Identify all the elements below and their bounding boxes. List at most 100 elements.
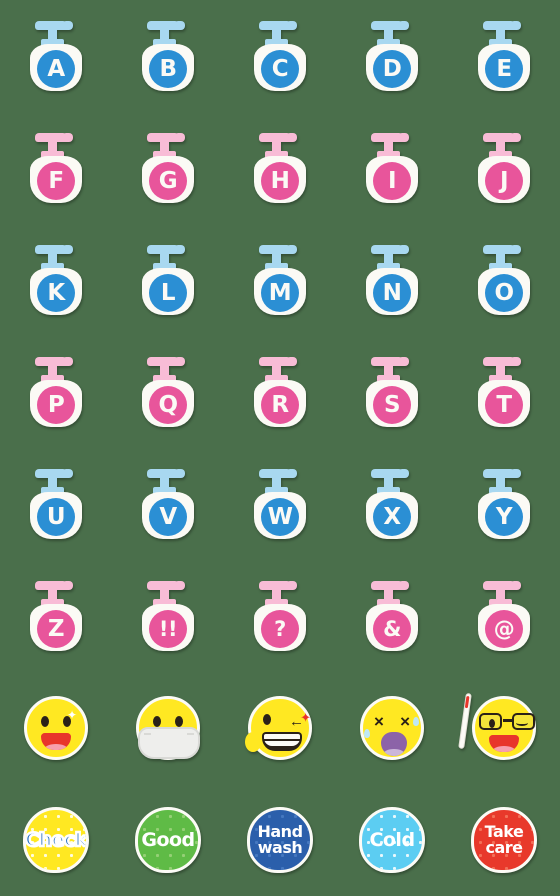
bottle-s[interactable]: S <box>363 356 421 428</box>
bottle-z[interactable]: Z <box>27 580 85 652</box>
bottle-label: A <box>37 50 75 88</box>
bottle-label: N <box>373 274 411 312</box>
winking-grin-face-emoji[interactable]: ← ✦ <box>245 696 312 760</box>
cell-face-with-glasses-thermometer-emoji <box>448 672 560 784</box>
bottle-a[interactable]: A <box>27 20 85 92</box>
badge-take-care[interactable]: Take care <box>471 807 537 873</box>
bottle-p[interactable]: P <box>27 356 85 428</box>
cell-bottle-e: E <box>448 0 560 112</box>
left-x-eye: × <box>374 712 384 731</box>
dizzy-face-emoji[interactable]: × × <box>360 696 424 760</box>
glasses-icon <box>478 713 536 731</box>
left-eye <box>263 714 271 725</box>
bottle-label: Q <box>149 386 187 424</box>
badge-text: Check <box>25 828 87 851</box>
bottle-u[interactable]: U <box>27 468 85 540</box>
badge-text-line-1: Good <box>140 828 196 851</box>
cell-bottle-h: H <box>224 112 336 224</box>
badge-text-line-1: Cold <box>368 828 416 851</box>
bottle-d[interactable]: D <box>363 20 421 92</box>
cell-bottle-u: U <box>0 448 112 560</box>
bottle-label: I <box>373 162 411 200</box>
bottle-label: M <box>261 274 299 312</box>
cell-bottle-x: X <box>336 448 448 560</box>
cell-bottle-double-exclamation: !! <box>112 560 224 672</box>
cell-bottle-j: J <box>448 112 560 224</box>
sweat-drop-icon <box>413 717 419 726</box>
bottle-k[interactable]: K <box>27 244 85 316</box>
bottle-label: D <box>373 50 411 88</box>
bottle-label: & <box>373 610 411 648</box>
cell-badge-hand-wash: Hand wash <box>224 784 336 896</box>
cell-bottle-l: L <box>112 224 224 336</box>
bottle-question-mark[interactable]: ? <box>251 580 309 652</box>
badge-cold[interactable]: Cold <box>359 807 425 873</box>
bottle-label: S <box>373 386 411 424</box>
cell-dizzy-face-emoji: × × <box>336 672 448 784</box>
thermometer-icon <box>458 692 472 750</box>
cheek-bulge <box>245 732 261 752</box>
cell-bottle-w: W <box>224 448 336 560</box>
bottle-v[interactable]: V <box>139 468 197 540</box>
cell-bottle-ampersand: & <box>336 560 448 672</box>
cell-bottle-c: C <box>224 0 336 112</box>
cell-bottle-i: I <box>336 112 448 224</box>
bottle-y[interactable]: Y <box>475 468 533 540</box>
face-with-medical-mask-emoji[interactable] <box>136 696 200 760</box>
bottle-label: ? <box>261 610 299 648</box>
cell-bottle-t: T <box>448 336 560 448</box>
bottle-label: !! <box>149 610 187 648</box>
bottle-label: T <box>485 386 523 424</box>
bottle-x[interactable]: X <box>363 468 421 540</box>
badge-hand-wash[interactable]: Hand wash <box>247 807 313 873</box>
bottle-c[interactable]: C <box>251 20 309 92</box>
badge-text-line-2: wash <box>256 838 304 857</box>
right-eye <box>175 716 183 727</box>
cell-bottle-y: Y <box>448 448 560 560</box>
bottle-w[interactable]: W <box>251 468 309 540</box>
badge-check[interactable]: Check <box>23 807 89 873</box>
cell-bottle-r: R <box>224 336 336 448</box>
cell-bottle-q: Q <box>112 336 224 448</box>
bottle-n[interactable]: N <box>363 244 421 316</box>
cell-bottle-a: A <box>0 0 112 112</box>
bottle-r[interactable]: R <box>251 356 309 428</box>
bottle-b[interactable]: B <box>139 20 197 92</box>
face-with-glasses-thermometer-emoji[interactable] <box>458 692 536 760</box>
bottle-f[interactable]: F <box>27 132 85 204</box>
bottle-label: R <box>261 386 299 424</box>
badge-good[interactable]: Good <box>135 807 201 873</box>
bottle-m[interactable]: M <box>251 244 309 316</box>
badge-text-line-1: Check <box>25 828 87 851</box>
left-pupil <box>489 719 495 728</box>
badge-text: Hand wash <box>256 822 304 857</box>
glasses-bridge <box>503 719 512 722</box>
bottle-label: B <box>149 50 187 88</box>
cell-bottle-at-sign: @ <box>448 560 560 672</box>
bottle-l[interactable]: L <box>139 244 197 316</box>
sparkle-icon: ✦ <box>66 708 77 722</box>
cell-bottle-g: G <box>112 112 224 224</box>
bottle-t[interactable]: T <box>475 356 533 428</box>
bottle-o[interactable]: O <box>475 244 533 316</box>
cell-bottle-z: Z <box>0 560 112 672</box>
bottle-at-sign[interactable]: @ <box>475 580 533 652</box>
bottle-q[interactable]: Q <box>139 356 197 428</box>
happy-face-emoji[interactable]: ✦ <box>24 696 88 760</box>
badge-text: Good <box>140 828 196 851</box>
cell-bottle-m: M <box>224 224 336 336</box>
bottle-h[interactable]: H <box>251 132 309 204</box>
red-star-icon: ✦ <box>300 710 311 725</box>
medical-mask-icon <box>138 727 200 759</box>
bottle-g[interactable]: G <box>139 132 197 204</box>
bottle-e[interactable]: E <box>475 20 533 92</box>
cell-badge-check: Check <box>0 784 112 896</box>
cell-bottle-b: B <box>112 0 224 112</box>
bottle-j[interactable]: J <box>475 132 533 204</box>
cell-bottle-v: V <box>112 448 224 560</box>
bottle-label: H <box>261 162 299 200</box>
bottle-ampersand[interactable]: & <box>363 580 421 652</box>
bottle-double-exclamation[interactable]: !! <box>139 580 197 652</box>
open-mouth <box>489 735 519 752</box>
bottle-i[interactable]: I <box>363 132 421 204</box>
